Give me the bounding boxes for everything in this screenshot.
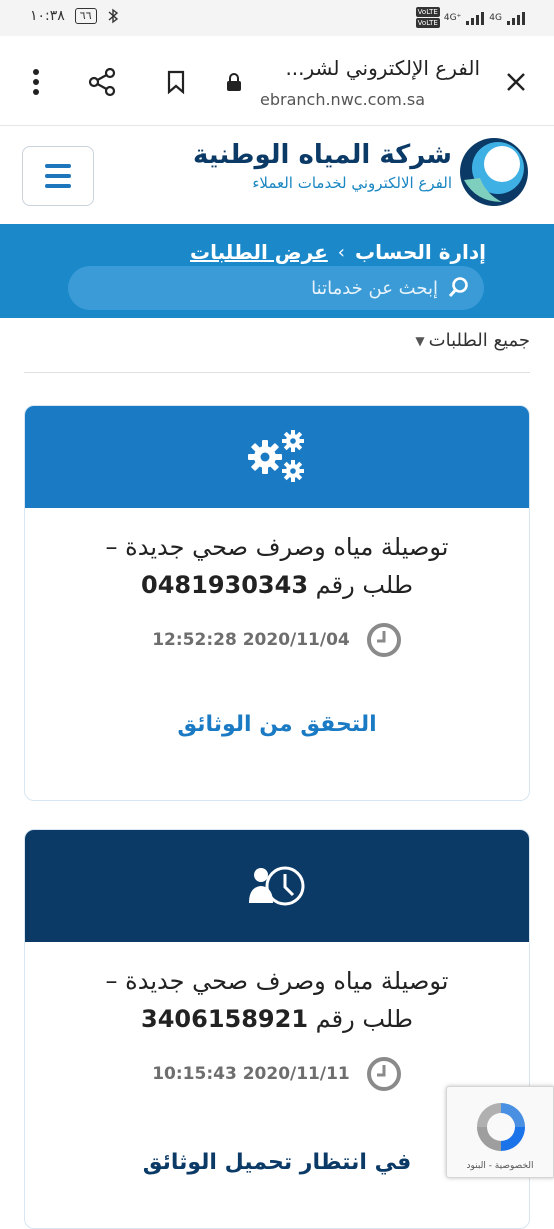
breadcrumb-search-band: إدارة الحساب › عرض الطلبات bbox=[0, 224, 554, 318]
search-input[interactable] bbox=[98, 272, 438, 304]
signal-icon bbox=[507, 11, 525, 25]
more-vert-icon[interactable] bbox=[18, 64, 54, 100]
request-timestamp: 10:15:43 2020/11/11 bbox=[152, 1064, 350, 1084]
share-icon[interactable] bbox=[84, 64, 120, 100]
signal-label: 4G⁺ bbox=[443, 12, 462, 23]
volte-badge: VoLTE bbox=[415, 7, 440, 17]
bluetooth-icon bbox=[108, 8, 118, 24]
request-number-line: طلب رقم 0481930343 bbox=[43, 566, 511, 604]
request-number-prefix: طلب رقم bbox=[315, 571, 413, 599]
request-title-line: توصيلة مياه وصرف صحي جديدة – bbox=[105, 967, 449, 995]
recaptcha-badge[interactable]: الخصوصية - البنود bbox=[446, 1086, 554, 1178]
signal-label: 4G bbox=[489, 12, 502, 23]
request-card[interactable]: توصيلة مياه وصرف صحي جديدة – طلب رقم 048… bbox=[24, 405, 530, 801]
status-time: ١٠:٣٨ bbox=[30, 8, 65, 24]
request-timestamp: 12:52:28 2020/11/04 bbox=[152, 630, 350, 650]
request-title-line: توصيلة مياه وصرف صحي جديدة – bbox=[105, 533, 449, 561]
filter-label: جميع الطلبات bbox=[428, 330, 530, 351]
breadcrumb-separator-icon: › bbox=[337, 241, 345, 263]
menu-line bbox=[45, 164, 71, 168]
browser-toolbar: الفرع الإلكتروني لشر... ebranch.nwc.com.… bbox=[0, 36, 554, 126]
breadcrumb-item-account[interactable]: إدارة الحساب bbox=[355, 240, 486, 264]
menu-line bbox=[45, 174, 71, 178]
breadcrumb: إدارة الحساب › عرض الطلبات bbox=[190, 240, 486, 264]
clock-icon bbox=[366, 1057, 401, 1091]
request-number: 3406158921 bbox=[141, 1005, 309, 1033]
recaptcha-icon bbox=[477, 1103, 525, 1151]
signal-icon bbox=[466, 11, 485, 25]
status-bar: ١٠:٣٨ ٦٦ VoLTE VoLTE 4G⁺ 4G bbox=[0, 0, 554, 36]
request-card-header bbox=[25, 406, 529, 508]
site-header: شركة المياه الوطنية الفرع الالكتروني لخد… bbox=[0, 126, 554, 224]
battery-icon: ٦٦ bbox=[74, 8, 97, 24]
request-card-header bbox=[25, 830, 529, 942]
breadcrumb-item-requests[interactable]: عرض الطلبات bbox=[190, 240, 328, 264]
user-clock-icon bbox=[249, 866, 305, 906]
status-right: VoLTE VoLTE 4G⁺ 4G bbox=[415, 6, 526, 29]
company-logo-icon[interactable] bbox=[456, 134, 532, 210]
verify-documents-link[interactable]: التحقق من الوثائق bbox=[25, 712, 529, 737]
request-title: توصيلة مياه وصرف صحي جديدة – طلب رقم 048… bbox=[25, 528, 529, 604]
page-url[interactable]: ebranch.nwc.com.sa bbox=[260, 90, 440, 109]
bookmark-icon[interactable] bbox=[158, 64, 194, 100]
logo-main-text: شركة المياه الوطنية bbox=[192, 140, 452, 170]
search-icon[interactable] bbox=[448, 276, 470, 298]
divider bbox=[24, 372, 530, 373]
close-icon[interactable] bbox=[498, 64, 534, 100]
page-title[interactable]: الفرع الإلكتروني لشر... bbox=[270, 56, 480, 80]
request-number-line: طلب رقم 3406158921 bbox=[43, 1000, 511, 1038]
volte-badge: VoLTE bbox=[415, 18, 440, 28]
request-number-prefix: طلب رقم bbox=[315, 1005, 413, 1033]
requests-filter-dropdown[interactable]: جميع الطلبات ▼ bbox=[415, 330, 530, 351]
volte-badges: VoLTE VoLTE bbox=[415, 6, 440, 29]
hamburger-menu-button[interactable] bbox=[22, 146, 94, 206]
menu-line bbox=[45, 184, 71, 188]
clock-icon bbox=[366, 623, 401, 657]
status-left: ١٠:٣٨ ٦٦ bbox=[30, 8, 119, 24]
request-number: 0481930343 bbox=[141, 571, 309, 599]
caret-down-icon: ▼ bbox=[415, 333, 425, 348]
gears-icon bbox=[248, 430, 304, 482]
lock-icon[interactable] bbox=[216, 64, 252, 100]
company-logo-text[interactable]: شركة المياه الوطنية الفرع الالكتروني لخد… bbox=[193, 140, 452, 192]
search-box[interactable] bbox=[68, 266, 484, 310]
recaptcha-links[interactable]: الخصوصية - البنود bbox=[447, 1161, 553, 1171]
request-timestamp-row: 12:52:28 2020/11/04 bbox=[25, 622, 529, 658]
request-title: توصيلة مياه وصرف صحي جديدة – طلب رقم 340… bbox=[25, 962, 529, 1038]
logo-sub-text: الفرع الالكتروني لخدمات العملاء bbox=[252, 174, 452, 192]
